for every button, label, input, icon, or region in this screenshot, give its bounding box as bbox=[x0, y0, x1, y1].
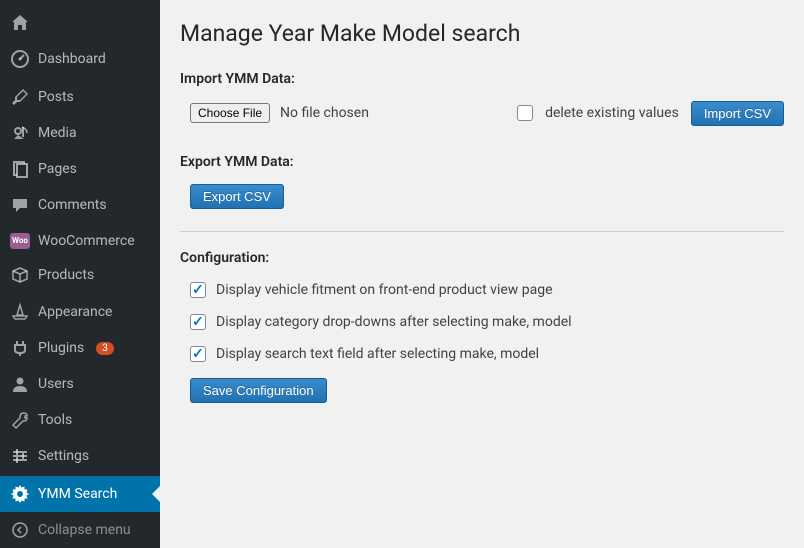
sidebar-item-label: Plugins bbox=[38, 340, 84, 356]
sidebar-item-woocommerce[interactable]: Woo WooCommerce bbox=[0, 225, 160, 257]
config-checkbox-2[interactable] bbox=[190, 314, 206, 330]
config-row-2: Display category drop-downs after select… bbox=[180, 314, 784, 330]
plugins-badge: 3 bbox=[96, 342, 114, 355]
sidebar-item-label: Comments bbox=[38, 197, 107, 213]
sidebar-item-label: Collapse menu bbox=[38, 522, 131, 538]
home-icon bbox=[10, 13, 30, 33]
gear-icon bbox=[10, 484, 30, 504]
import-csv-button[interactable]: Import CSV bbox=[691, 101, 784, 126]
comment-icon bbox=[10, 195, 30, 215]
import-section-label: Import YMM Data: bbox=[180, 71, 784, 87]
divider bbox=[180, 231, 784, 232]
media-icon bbox=[10, 123, 30, 143]
sidebar-item-plugins[interactable]: Plugins 3 bbox=[0, 330, 160, 366]
woo-icon: Woo bbox=[10, 233, 30, 249]
config-row-1: Display vehicle fitment on front-end pro… bbox=[180, 282, 784, 298]
sidebar-item-comments[interactable]: Comments bbox=[0, 187, 160, 223]
config-row-3: Display search text field after selectin… bbox=[180, 346, 784, 362]
sidebar-item-label: Appearance bbox=[38, 304, 112, 320]
sidebar-item-label: Pages bbox=[38, 161, 77, 177]
sidebar-item-label: Media bbox=[38, 125, 77, 141]
page-icon bbox=[10, 159, 30, 179]
sidebar-item-pages[interactable]: Pages bbox=[0, 151, 160, 187]
config-label-1: Display vehicle fitment on front-end pro… bbox=[216, 282, 553, 298]
sidebar-item-label: Users bbox=[38, 376, 74, 392]
dashboard-icon bbox=[10, 49, 30, 69]
sidebar-item-settings[interactable]: Settings bbox=[0, 438, 160, 474]
sidebar-item-users[interactable]: Users bbox=[0, 366, 160, 402]
page-title: Manage Year Make Model search bbox=[180, 10, 784, 53]
sidebar-item-dashboard[interactable]: Dashboard bbox=[0, 41, 160, 77]
config-label-3: Display search text field after selectin… bbox=[216, 346, 539, 362]
sidebar-item-collapse[interactable]: Collapse menu bbox=[0, 512, 160, 548]
export-csv-button[interactable]: Export CSV bbox=[190, 184, 284, 209]
sidebar-item-media[interactable]: Media bbox=[0, 115, 160, 151]
sidebar-item-label: Products bbox=[38, 267, 94, 283]
sidebar-item-label: Tools bbox=[38, 412, 72, 428]
sidebar-item-tools[interactable]: Tools bbox=[0, 402, 160, 438]
delete-existing-label: delete existing values bbox=[545, 105, 679, 121]
delete-existing-checkbox[interactable] bbox=[517, 105, 533, 121]
sidebar-item-ymm-search[interactable]: YMM Search bbox=[0, 476, 160, 512]
sidebar-item-posts[interactable]: Posts bbox=[0, 79, 160, 115]
config-checkbox-1[interactable] bbox=[190, 282, 206, 298]
pin-icon bbox=[10, 87, 30, 107]
choose-file-button[interactable]: Choose File bbox=[190, 103, 270, 123]
sidebar-item-products[interactable]: Products bbox=[0, 257, 160, 293]
users-icon bbox=[10, 374, 30, 394]
products-icon bbox=[10, 265, 30, 285]
export-section-label: Export YMM Data: bbox=[180, 154, 784, 170]
file-status: No file chosen bbox=[280, 105, 369, 121]
main-content: Manage Year Make Model search Import YMM… bbox=[160, 0, 804, 548]
tools-icon bbox=[10, 410, 30, 430]
sidebar-item-label: Posts bbox=[38, 89, 74, 105]
sidebar-item-appearance[interactable]: Appearance bbox=[0, 294, 160, 330]
save-configuration-button[interactable]: Save Configuration bbox=[190, 378, 327, 403]
config-checkbox-3[interactable] bbox=[190, 346, 206, 362]
import-row: Choose File No file chosen delete existi… bbox=[180, 101, 784, 126]
sidebar-item-label: Dashboard bbox=[38, 51, 106, 67]
plugins-icon bbox=[10, 338, 30, 358]
appearance-icon bbox=[10, 302, 30, 322]
sidebar-item-label: WooCommerce bbox=[38, 233, 135, 249]
sidebar-item-label: Settings bbox=[38, 448, 89, 464]
admin-sidebar: Dashboard Posts Media Pages Comments Woo… bbox=[0, 0, 160, 548]
configuration-section-label: Configuration: bbox=[180, 250, 784, 266]
config-label-2: Display category drop-downs after select… bbox=[216, 314, 572, 330]
collapse-icon bbox=[10, 520, 30, 540]
settings-icon bbox=[10, 446, 30, 466]
sidebar-item-label: YMM Search bbox=[38, 486, 117, 502]
sidebar-item-home[interactable] bbox=[0, 5, 160, 41]
